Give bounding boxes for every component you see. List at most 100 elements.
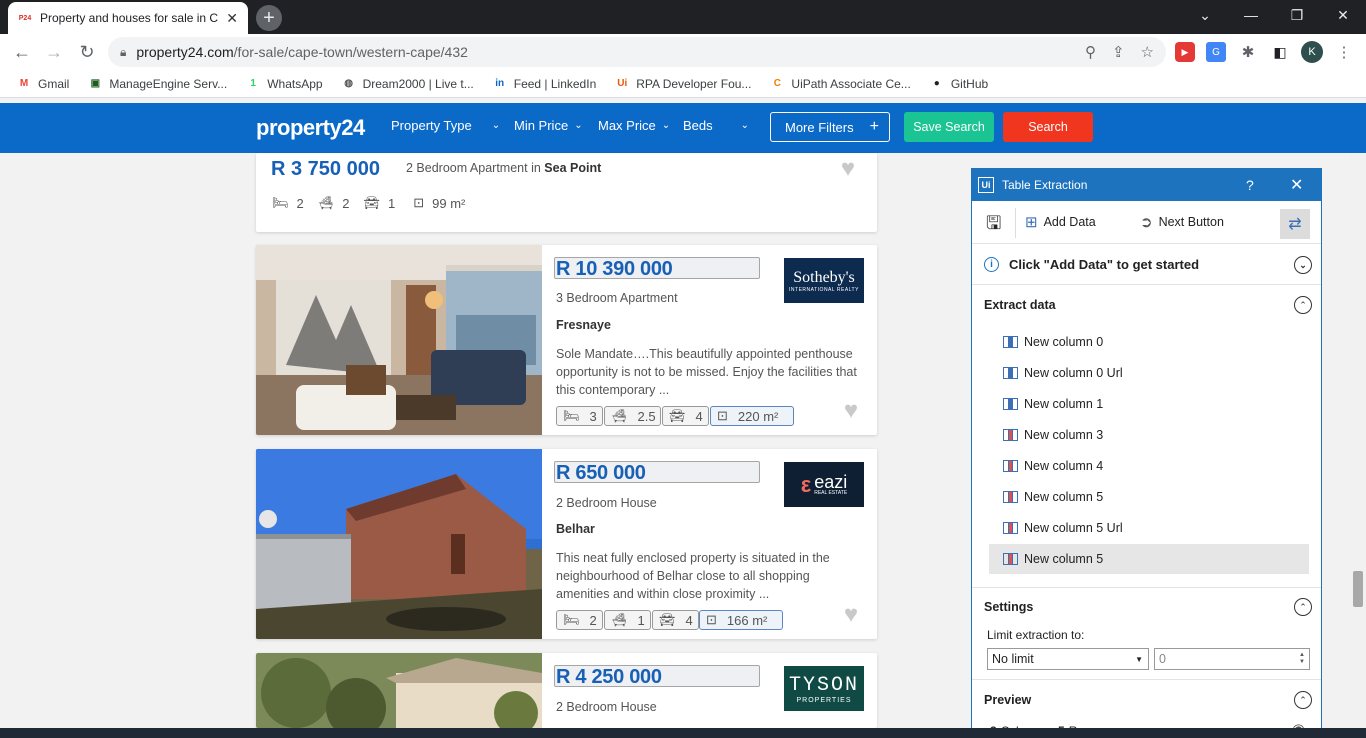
- bath-icon: 🛁︎: [611, 612, 628, 627]
- browser-tab[interactable]: P24 Property and houses for sale in C ✕: [8, 2, 248, 34]
- limit-dropdown[interactable]: No limit ▼: [987, 648, 1149, 670]
- minimize-button[interactable]: —: [1228, 0, 1274, 30]
- side-panel-icon[interactable]: ◧: [1270, 42, 1290, 62]
- browser-toolbar: ← → ↻ 🔒︎ property24.com/for-sale/cape-to…: [0, 34, 1366, 70]
- table-column-icon: [1003, 460, 1018, 472]
- next-button-button[interactable]: ➲ Next Button: [1140, 213, 1224, 231]
- table-extraction-titlebar: Ui Table Extraction ? ✕: [972, 169, 1321, 201]
- youtube-extension-icon[interactable]: ▶: [1175, 42, 1195, 62]
- table-column-icon: [1003, 553, 1018, 565]
- nav-max-price[interactable]: Max Price ⌄: [598, 118, 670, 133]
- agency-logo-sothebys[interactable]: Sotheby's INTERNATIONAL REALTY: [784, 258, 864, 303]
- bookmark-item[interactable]: in Feed | LinkedIn: [492, 76, 596, 92]
- listing-card[interactable]: R 3 750 000 2 Bedroom Apartment in Sea P…: [256, 153, 877, 232]
- agency-logo-tyson[interactable]: TYSON PROPERTIES: [784, 666, 864, 711]
- chevron-up-icon[interactable]: ⌃: [1294, 691, 1312, 709]
- listing-card[interactable]: R 10 390 000 3 Bedroom Apartment Fresnay…: [256, 245, 877, 435]
- listing-description: This neat fully enclosed property is sit…: [556, 551, 830, 601]
- bookmark-label: Gmail: [38, 76, 70, 91]
- bookmark-star-icon[interactable]: ☆: [1141, 43, 1154, 61]
- favourite-heart-icon[interactable]: ♥: [839, 603, 863, 627]
- stepper-arrows-icon[interactable]: ▲ ▼: [1299, 652, 1305, 666]
- bookmark-item[interactable]: ◍ Dream2000 | Live t...: [341, 76, 474, 92]
- listing-price[interactable]: R 650 000: [556, 462, 646, 485]
- nav-beds[interactable]: Beds ⌄: [683, 118, 749, 133]
- save-icon[interactable]: 🖫︎: [986, 211, 1001, 241]
- search-button[interactable]: Search: [1003, 112, 1093, 142]
- site-header: property24 Property Type ⌄ Min Price ⌄ Max…: [0, 103, 1366, 153]
- tab-strip: P24 Property and houses for sale in C ✕ …: [0, 0, 1366, 34]
- address-bar[interactable]: 🔒︎ property24.com/for-sale/cape-town/wes…: [108, 37, 1166, 67]
- add-data-button[interactable]: ⊞ Add Data: [1025, 213, 1096, 231]
- add-data-label: Add Data: [1043, 215, 1096, 229]
- bookmark-item[interactable]: 1 WhatsApp: [245, 76, 322, 92]
- nav-label: Property Type: [391, 118, 472, 133]
- share-icon[interactable]: ⇪: [1112, 43, 1125, 61]
- save-search-button[interactable]: Save Search: [904, 112, 994, 142]
- table-column-icon: [1003, 429, 1018, 441]
- get-started-hint: i Click "Add Data" to get started ⌄: [972, 245, 1321, 285]
- parking-badge: 🚘︎ 4: [662, 406, 709, 426]
- refresh-correlate-icon[interactable]: ⇄: [1280, 209, 1310, 239]
- profile-avatar[interactable]: K: [1301, 41, 1323, 63]
- translate-extension-icon[interactable]: G: [1206, 42, 1226, 62]
- restore-button[interactable]: ❐: [1274, 0, 1320, 30]
- limit-count-stepper[interactable]: 0 ▲ ▼: [1154, 648, 1310, 670]
- zoom-icon[interactable]: ⚲: [1085, 43, 1096, 61]
- bookmark-label: ManageEngine Serv...: [109, 76, 228, 91]
- listing-price[interactable]: R 10 390 000: [556, 258, 673, 281]
- nav-min-price[interactable]: Min Price ⌄: [514, 118, 583, 133]
- extraction-column-item[interactable]: New column 1: [989, 389, 1309, 419]
- bookmark-item[interactable]: ▣ ManageEngine Serv...: [87, 76, 228, 92]
- extraction-column-item[interactable]: New column 3: [989, 420, 1309, 450]
- listing-photo[interactable]: [256, 245, 542, 435]
- listing-photo[interactable]: [256, 449, 542, 639]
- p24-favicon-icon: P24: [18, 14, 32, 22]
- divider: [972, 587, 1321, 588]
- property24-logo[interactable]: property24: [256, 115, 365, 141]
- bookmark-item[interactable]: M Gmail: [16, 76, 70, 92]
- listing-photo[interactable]: [256, 653, 542, 728]
- more-filters-button[interactable]: More Filters +: [770, 112, 890, 142]
- car-icon: 🚘︎: [669, 408, 686, 423]
- forward-icon[interactable]: →: [42, 40, 66, 64]
- extraction-column-item[interactable]: New column 5: [989, 482, 1309, 512]
- back-icon[interactable]: ←: [10, 40, 34, 64]
- bookmark-item[interactable]: C UiPath Associate Ce...: [769, 76, 911, 92]
- bookmark-item[interactable]: Ui RPA Developer Fou...: [614, 76, 751, 92]
- nav-property-type[interactable]: Property Type ⌄: [391, 118, 500, 133]
- bath-count: 2.5: [637, 408, 656, 424]
- chevron-up-icon[interactable]: ⌃: [1294, 598, 1312, 616]
- extraction-column-item[interactable]: New column 5 Url: [989, 513, 1309, 543]
- chevron-down-icon[interactable]: ⌄: [1294, 256, 1312, 274]
- close-window-button[interactable]: ✕: [1320, 0, 1366, 30]
- chevron-up-icon[interactable]: ⌃: [1294, 296, 1312, 314]
- extraction-column-item[interactable]: New column 0 Url: [989, 358, 1309, 388]
- extensions-puzzle-icon[interactable]: ✱: [1238, 42, 1258, 62]
- extraction-column-item[interactable]: New column 5: [989, 544, 1309, 574]
- favourite-heart-icon[interactable]: ♥: [836, 157, 860, 181]
- tab-search-icon[interactable]: ⌄: [1182, 0, 1228, 30]
- floor-area: 220 m²: [737, 408, 779, 424]
- close-icon[interactable]: ✕: [1290, 175, 1303, 195]
- new-tab-button[interactable]: +: [256, 5, 282, 31]
- bed-count: 2: [589, 612, 597, 628]
- close-tab-icon[interactable]: ✕: [226, 10, 238, 27]
- listing-price[interactable]: R 4 250 000: [556, 666, 662, 689]
- extraction-column-item[interactable]: New column 0: [989, 327, 1309, 357]
- chrome-menu-icon[interactable]: ⋮: [1334, 42, 1354, 62]
- extraction-column-item[interactable]: New column 4: [989, 451, 1309, 481]
- listing-suburb: Sea Point: [544, 161, 602, 175]
- listing-card[interactable]: R 650 000 2 Bedroom House Belhar This ne…: [256, 449, 877, 639]
- reload-icon[interactable]: ↻: [75, 40, 99, 64]
- help-icon[interactable]: ?: [1246, 177, 1254, 193]
- listing-card[interactable]: R 4 250 000 2 Bedroom House TYSON PROPER…: [256, 653, 877, 728]
- bath-count: 1: [637, 612, 645, 628]
- favourite-heart-icon[interactable]: ♥: [839, 399, 863, 423]
- floor-area: 166 m²: [726, 612, 768, 628]
- page-scrollbar[interactable]: [1350, 153, 1366, 728]
- bookmark-favicon-icon: 1: [250, 78, 256, 89]
- agency-logo-eazi[interactable]: ε eazi REAL ESTATE: [784, 462, 864, 507]
- bookmark-item[interactable]: ● GitHub: [929, 76, 988, 92]
- scrollbar-thumb[interactable]: [1353, 571, 1363, 607]
